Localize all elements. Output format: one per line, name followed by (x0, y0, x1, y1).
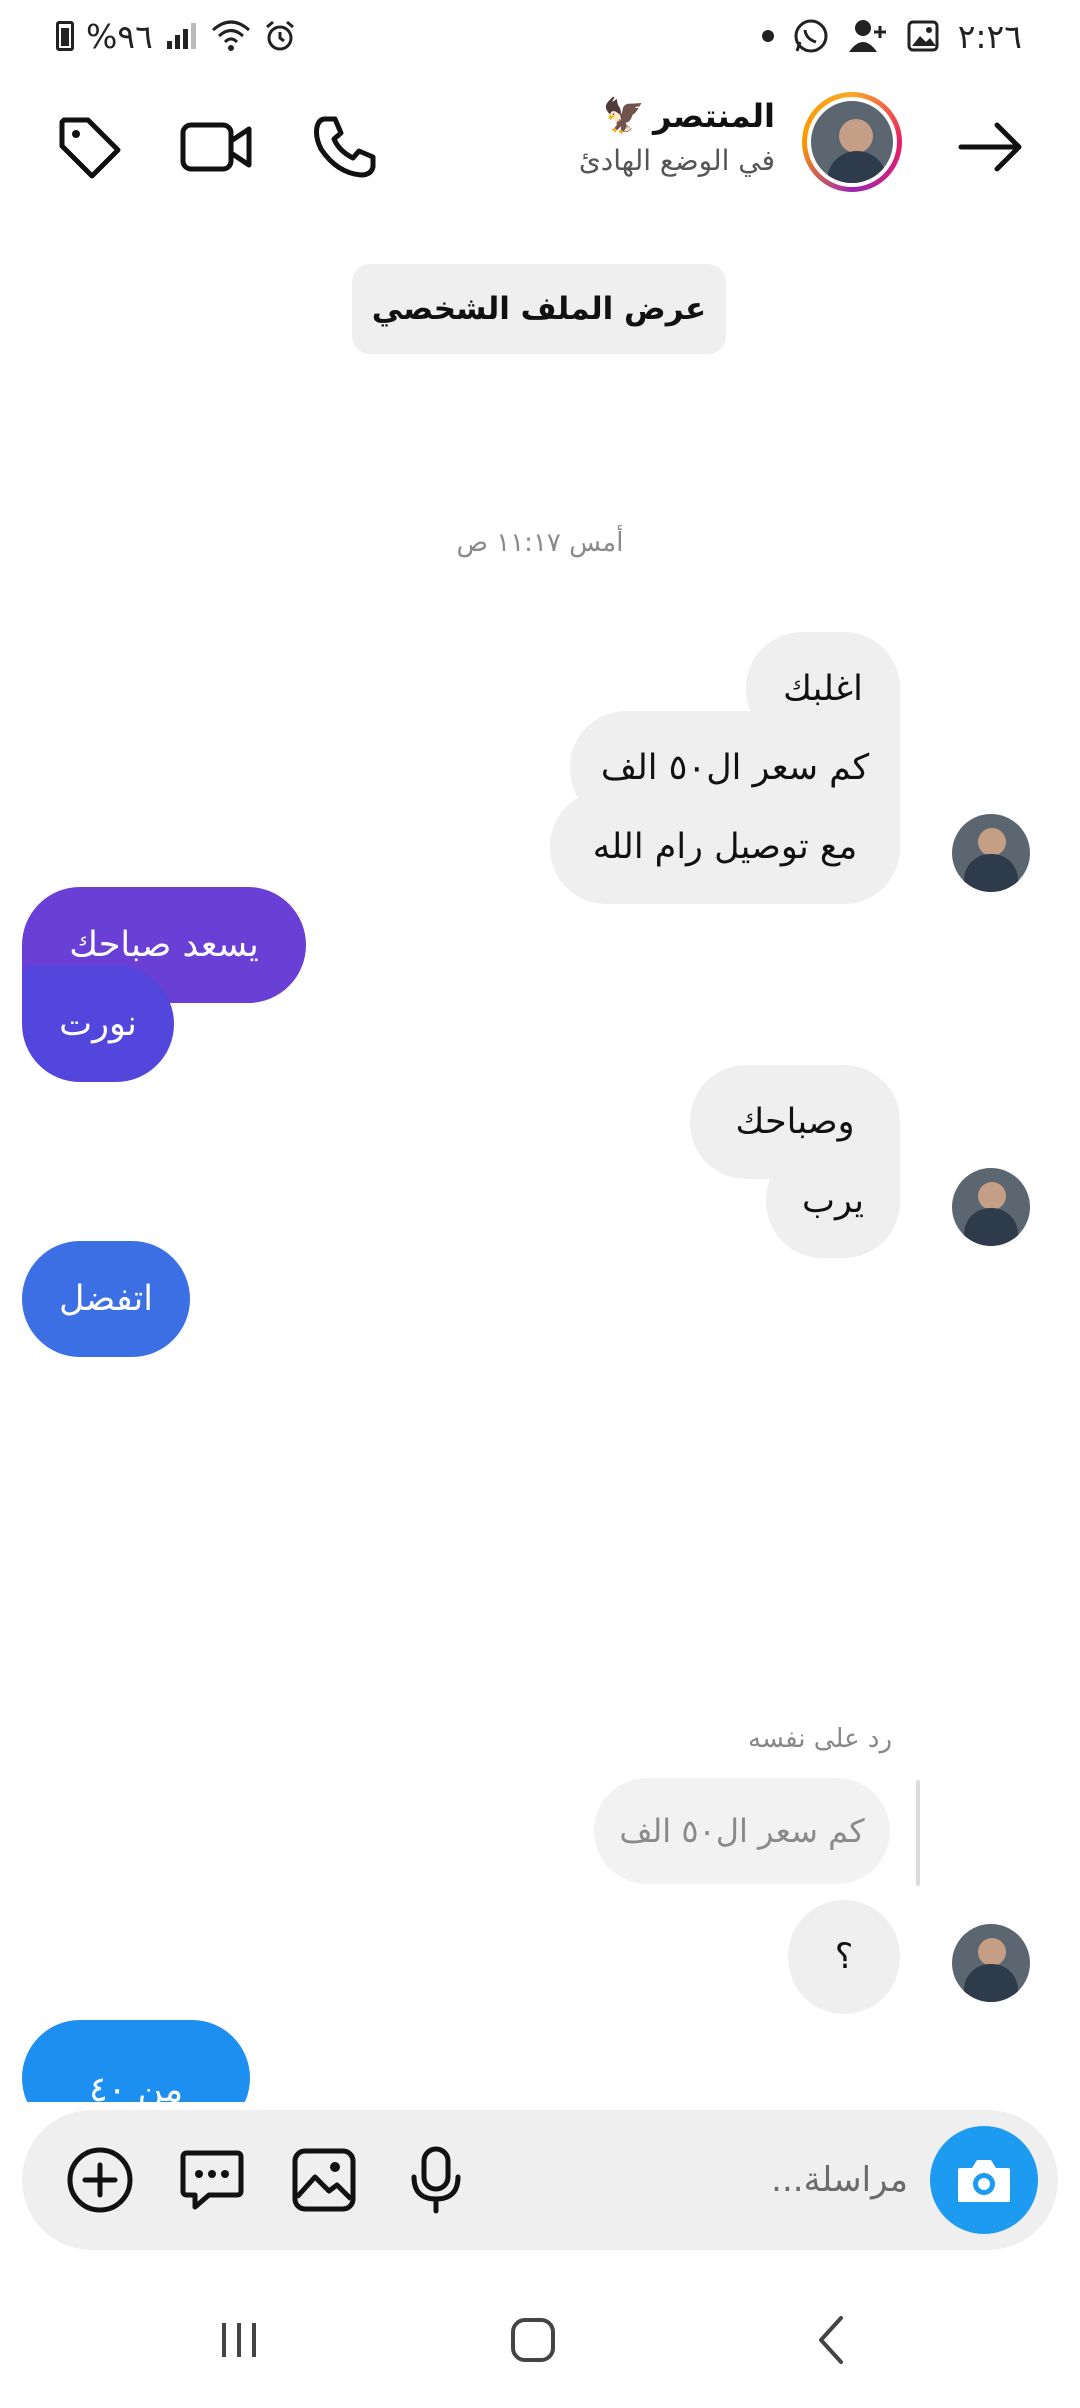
contact-avatar[interactable] (802, 92, 902, 192)
message-bubble-incoming[interactable]: يرب (766, 1144, 900, 1258)
plus-circle-icon (67, 2147, 133, 2213)
battery-percent: %٩٦ (86, 16, 153, 56)
recent-apps-button[interactable] (194, 2300, 284, 2380)
contact-name: المنتصر (653, 97, 775, 135)
message-composer (22, 2110, 1058, 2250)
reply-label: رد على نفسه (748, 1724, 892, 1754)
message-bubble-outgoing[interactable]: اتفضل (22, 1241, 190, 1357)
image-icon (292, 2148, 356, 2212)
phone-icon (314, 116, 376, 178)
contact-info[interactable]: المنتصر 🦅 في الوضع الهادئ (579, 96, 775, 177)
conversation[interactable]: عرض الملف الشخصي أمس ١١:١٧ ص اغلبك كم سع… (0, 222, 1080, 2102)
video-call-button[interactable] (172, 102, 262, 192)
voice-message-button[interactable] (396, 2140, 476, 2220)
add-button[interactable] (60, 2140, 140, 2220)
contact-status: في الوضع الهادئ (578, 144, 775, 177)
view-profile-button[interactable]: عرض الملف الشخصي (352, 264, 726, 354)
camera-icon (958, 2160, 1010, 2202)
system-nav-bar (0, 2270, 1080, 2408)
back-nav-button[interactable] (786, 2300, 876, 2380)
gallery-notification-icon (907, 20, 939, 52)
status-bar: %٩٦ ٢:٢٦ (0, 0, 1080, 72)
message-bubble-outgoing[interactable]: من ٤٠ (22, 2020, 250, 2102)
whatsapp-icon (794, 19, 828, 53)
chat-header: المنتصر 🦅 في الوضع الهادئ (0, 72, 1080, 222)
status-left: %٩٦ (56, 14, 297, 58)
home-button[interactable] (488, 2300, 578, 2380)
notification-dot-icon (761, 30, 774, 42)
status-right: ٢:٢٦ (761, 14, 1022, 58)
voice-call-button[interactable] (300, 102, 390, 192)
gallery-button[interactable] (284, 2140, 364, 2220)
add-contact-icon (848, 20, 886, 52)
avatar-image (807, 97, 897, 187)
chevron-left-icon (819, 2316, 843, 2364)
home-icon (511, 2318, 555, 2362)
message-bubble-incoming[interactable]: مع توصيل رام الله (550, 790, 900, 904)
arrow-right-icon (958, 122, 1022, 172)
battery-icon (56, 21, 74, 51)
tag-icon (59, 117, 121, 179)
sender-avatar[interactable] (952, 1168, 1030, 1246)
sender-avatar[interactable] (952, 1924, 1030, 2002)
camera-button[interactable] (930, 2126, 1038, 2234)
tag-button[interactable] (44, 102, 134, 192)
video-camera-icon (180, 122, 252, 172)
eagle-emoji-icon: 🦅 (602, 96, 645, 136)
quick-reply-button[interactable] (172, 2140, 252, 2220)
message-bubble-incoming[interactable]: ؟ (788, 1900, 900, 2014)
message-timestamp: أمس ١١:١٧ ص (456, 528, 624, 558)
sender-avatar[interactable] (952, 814, 1030, 892)
reply-quote-bar (916, 1780, 920, 1886)
back-button[interactable] (946, 102, 1036, 192)
message-bubble-outgoing[interactable]: نورت (22, 966, 174, 1082)
reply-quote-bubble[interactable]: كم سعر ال٥٠ الف (594, 1778, 890, 1884)
contact-name-row: المنتصر 🦅 (579, 96, 775, 136)
recent-apps-icon (222, 2323, 256, 2357)
signal-icon (166, 23, 196, 49)
message-input[interactable] (528, 2148, 908, 2212)
chat-bubble-icon (180, 2150, 244, 2210)
wifi-icon (211, 20, 250, 51)
alarm-icon (265, 20, 294, 51)
microphone-icon (411, 2146, 461, 2214)
status-time: ٢:٢٦ (957, 16, 1022, 56)
